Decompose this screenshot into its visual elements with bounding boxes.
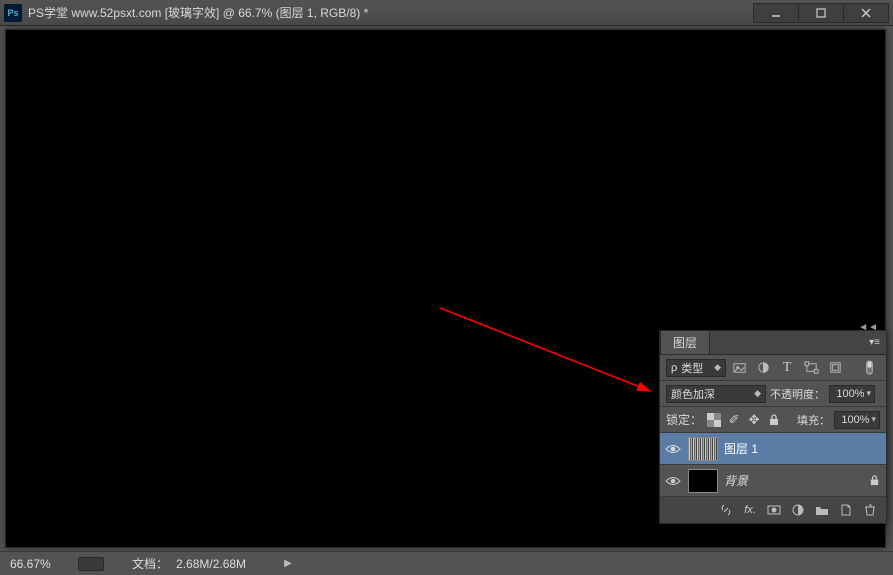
filter-kind-dropdown[interactable]: ρ 类型 ◆	[666, 359, 726, 377]
opacity-field[interactable]: 100%▾	[829, 385, 875, 403]
visibility-toggle[interactable]	[664, 440, 682, 458]
layer-thumbnail[interactable]	[688, 437, 718, 461]
panel-menu-icon[interactable]: ▾≡	[869, 337, 880, 348]
status-bar: 66.67% 文档： 2.68M/2.68M ▶	[0, 551, 893, 575]
filter-pixel-icon[interactable]	[728, 359, 750, 377]
zoom-value[interactable]: 66.67%	[10, 557, 70, 571]
lock-all-icon[interactable]	[766, 412, 782, 428]
adjustment-layer-button[interactable]	[788, 501, 808, 519]
new-layer-button[interactable]	[836, 501, 856, 519]
visibility-toggle[interactable]	[664, 472, 682, 490]
doc-size-value: 2.68M/2.68M	[176, 557, 246, 571]
blend-mode-value: 颜色加深	[671, 386, 715, 402]
filter-kind-label: 类型	[681, 360, 703, 376]
lock-pixels-icon[interactable]: ✐	[726, 412, 742, 428]
fill-field[interactable]: 100%▾	[834, 411, 880, 429]
filter-shape-icon[interactable]	[800, 359, 822, 377]
fill-value: 100%	[841, 414, 869, 426]
document-title: PS学堂 www.52psxt.com [玻璃字效] @ 66.7% (图层 1…	[28, 4, 754, 21]
filter-smart-icon[interactable]	[824, 359, 846, 377]
minimize-button[interactable]	[753, 3, 799, 23]
layer-fx-button[interactable]: fx.	[740, 501, 760, 519]
layers-panel-footer: fx.	[660, 497, 886, 523]
opacity-value: 100%	[836, 388, 864, 400]
layer-row[interactable]: 图层 1	[660, 433, 886, 465]
lock-label: 锁定：	[666, 411, 702, 428]
filter-toggle-switch[interactable]	[858, 359, 880, 377]
lock-transparent-icon[interactable]	[706, 412, 722, 428]
link-layers-button[interactable]	[716, 501, 736, 519]
layers-panel: ◄◄ 图层 ▾≡ ρ 类型 ◆ T 颜色加深 ◆ 不透明度：	[659, 330, 887, 524]
lock-fill-row: 锁定： ✐ ✥ 填充： 100%▾	[660, 407, 886, 433]
fill-label: 填充：	[797, 412, 830, 428]
filter-adjustment-icon[interactable]	[752, 359, 774, 377]
panel-collapse-icon[interactable]: ◄◄	[848, 322, 878, 330]
status-menu-arrow[interactable]: ▶	[284, 558, 292, 569]
doc-size-label: 文档：	[132, 555, 168, 572]
new-group-button[interactable]	[812, 501, 832, 519]
zoom-stepper[interactable]	[78, 557, 104, 571]
filter-type-icon[interactable]: T	[776, 359, 798, 377]
filter-search-icon: ρ	[671, 362, 677, 374]
layer-list: 图层 1 背景	[660, 433, 886, 497]
layer-name[interactable]: 图层 1	[724, 440, 882, 457]
app-icon: Ps	[4, 4, 22, 22]
layer-name[interactable]: 背景	[724, 472, 860, 489]
maximize-button[interactable]	[798, 3, 844, 23]
layer-row[interactable]: 背景	[660, 465, 886, 497]
delete-layer-button[interactable]	[860, 501, 880, 519]
close-button[interactable]	[843, 3, 889, 23]
blend-mode-dropdown[interactable]: 颜色加深 ◆	[666, 385, 766, 403]
lock-position-icon[interactable]: ✥	[746, 412, 762, 428]
title-bar: Ps PS学堂 www.52psxt.com [玻璃字效] @ 66.7% (图…	[0, 0, 893, 26]
opacity-label: 不透明度：	[770, 386, 825, 402]
layer-thumbnail[interactable]	[688, 469, 718, 493]
layer-locked-icon	[866, 473, 882, 489]
tab-layers[interactable]: 图层	[660, 330, 710, 354]
panel-tab-bar: 图层 ▾≡	[660, 331, 886, 355]
add-mask-button[interactable]	[764, 501, 784, 519]
layer-filter-bar: ρ 类型 ◆ T	[660, 355, 886, 381]
blend-opacity-row: 颜色加深 ◆ 不透明度： 100%▾	[660, 381, 886, 407]
